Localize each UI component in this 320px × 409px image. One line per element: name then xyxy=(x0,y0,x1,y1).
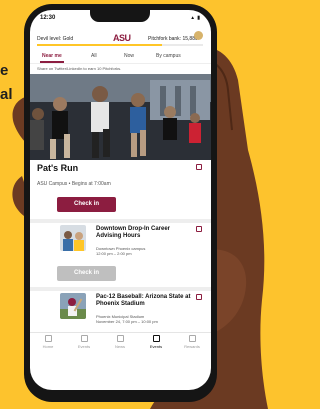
level-progress-fill xyxy=(37,44,162,46)
tab-all[interactable]: All xyxy=(91,53,97,59)
level-progress-bar xyxy=(37,44,203,46)
nav-home[interactable]: Home xyxy=(30,335,66,349)
event-meta-career-advising: Downtown Phoenix campus 12:00 pm – 2:00 … xyxy=(96,246,196,256)
add-to-calendar-icon[interactable] xyxy=(196,164,202,170)
event-title-baseball[interactable]: Pac-12 Baseball: Arizona State at Phoeni… xyxy=(96,294,196,308)
nav-calendar[interactable]: Events xyxy=(138,335,174,349)
app-header: Devil level: Gold ASU Pitchfork bank: 15… xyxy=(30,27,211,47)
signal-battery-icon: ▴ ▮ xyxy=(191,15,201,21)
pitchfork-bank-label: Pitchfork bank: 15,880 xyxy=(148,36,198,42)
avatar[interactable] xyxy=(194,31,203,40)
nav-label: Events xyxy=(77,344,91,349)
event-time: November 24, 7:00 pm – 10:00 pm xyxy=(96,319,158,324)
asu-logo: ASU xyxy=(113,33,131,43)
nav-label: News xyxy=(114,344,125,349)
tab-near-me[interactable]: Near me xyxy=(42,53,62,59)
filter-tabs: Near me All Now By campus xyxy=(30,51,211,64)
nav-events[interactable]: Events xyxy=(66,335,102,349)
add-to-calendar-icon[interactable] xyxy=(196,294,202,300)
nav-label: Rewards xyxy=(184,344,200,349)
devil-level-label: Devil level: Gold xyxy=(37,36,74,42)
featured-event-title[interactable]: Pat's Run xyxy=(37,163,78,173)
nav-rewards[interactable]: Rewards xyxy=(174,335,210,349)
app-screen: 12:30 ▴ ▮ Devil level: Gold ASU Pitchfor… xyxy=(30,10,211,390)
career-advising-thumbnail xyxy=(60,225,86,251)
section-divider xyxy=(30,219,211,223)
section-divider xyxy=(30,287,211,291)
share-note: Share on Twitter/LinkedIn to earn 10 Pit… xyxy=(37,66,122,71)
baseball-thumbnail xyxy=(60,293,86,319)
check-in-button[interactable]: Check in xyxy=(57,197,116,212)
bottom-navigation: Home Events News Events Rewards xyxy=(30,332,211,353)
home-icon xyxy=(44,335,52,342)
ticket-icon xyxy=(80,335,88,342)
pats-run-photo xyxy=(30,74,211,160)
check-in-button-disabled[interactable]: Check in xyxy=(57,266,116,281)
add-to-calendar-icon[interactable] xyxy=(196,226,202,232)
calendar-icon xyxy=(152,335,160,342)
status-time: 12:30 xyxy=(40,15,56,21)
phone-notch xyxy=(90,10,150,22)
event-time: 12:00 pm – 2:00 pm xyxy=(96,251,132,256)
event-title-career-advising[interactable]: Downtown Drop-In Career Advising Hours xyxy=(96,226,196,240)
featured-event-meta: ASU Campus • Begins at 7:00am xyxy=(37,181,111,187)
active-tab-indicator xyxy=(40,61,64,63)
tab-by-campus[interactable]: By campus xyxy=(156,53,181,59)
nav-news[interactable]: News xyxy=(102,335,138,349)
news-icon xyxy=(116,335,124,342)
trophy-icon xyxy=(188,335,196,342)
tab-now[interactable]: Now xyxy=(124,53,134,59)
nav-label: Events xyxy=(149,344,163,349)
event-meta-baseball: Phoenix Municipal Stadium November 24, 7… xyxy=(96,314,196,324)
nav-label: Home xyxy=(42,344,54,349)
